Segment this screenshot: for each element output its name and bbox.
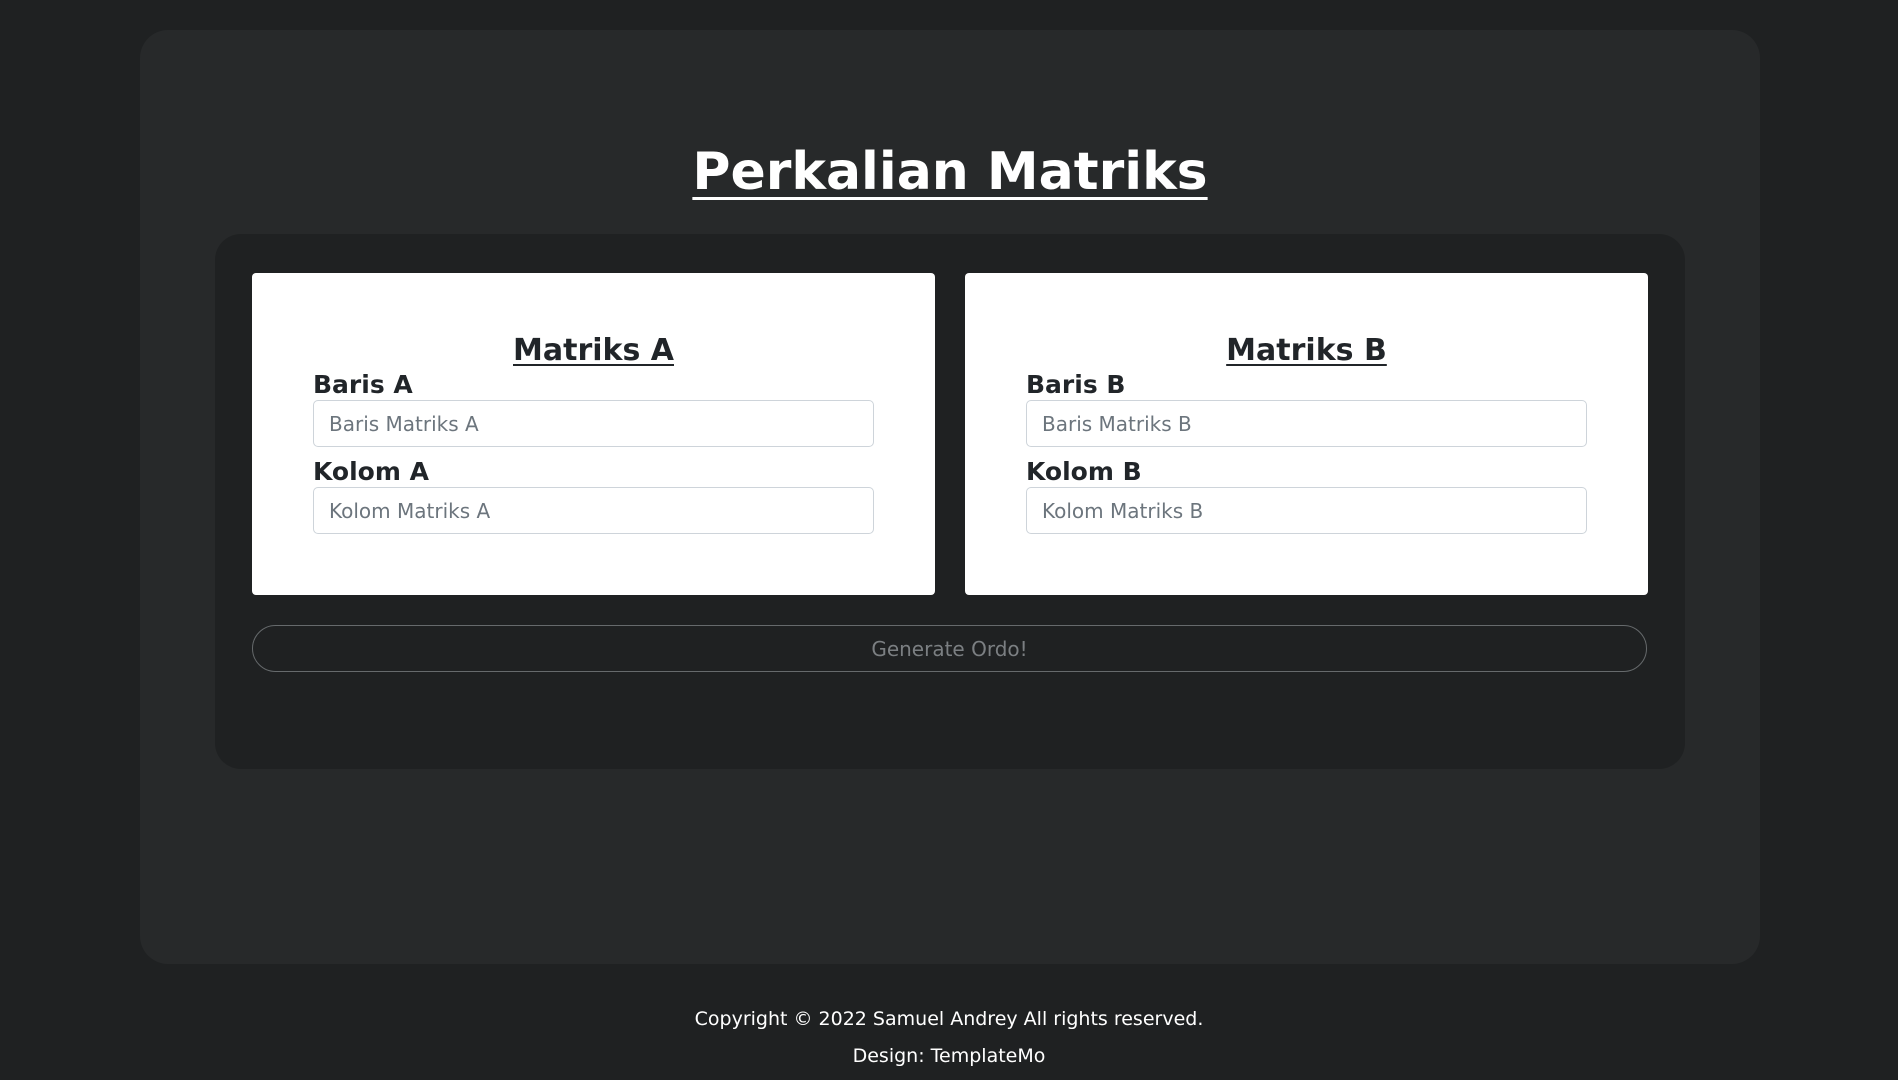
matrix-a-rows-label: Baris A <box>313 370 413 399</box>
footer-design-credit: Design: TemplateMo <box>852 1045 1046 1067</box>
matrix-a-cols-input[interactable] <box>313 487 874 534</box>
matrix-a-rows-input[interactable] <box>313 400 874 447</box>
matrix-b-title: Matriks B <box>1226 333 1387 368</box>
generate-ordo-button[interactable]: Generate Ordo! <box>252 625 1647 672</box>
matrix-b-cols-label: Kolom B <box>1026 457 1142 486</box>
matrix-b-rows-input[interactable] <box>1026 400 1587 447</box>
page-title: Perkalian Matriks <box>692 142 1208 202</box>
matrix-a-title: Matriks A <box>513 333 674 368</box>
footer-copyright: Copyright © 2022 Samuel Andrey All right… <box>694 1008 1204 1030</box>
matrix-b-card: Matriks B Baris B Kolom B <box>965 273 1648 595</box>
matrix-b-rows-label: Baris B <box>1026 370 1126 399</box>
matrix-a-cols-label: Kolom A <box>313 457 429 486</box>
matrix-b-cols-input[interactable] <box>1026 487 1587 534</box>
page: Perkalian Matriks Matriks A Baris A Kolo… <box>0 0 1898 1080</box>
matrix-a-card: Matriks A Baris A Kolom A <box>252 273 935 595</box>
